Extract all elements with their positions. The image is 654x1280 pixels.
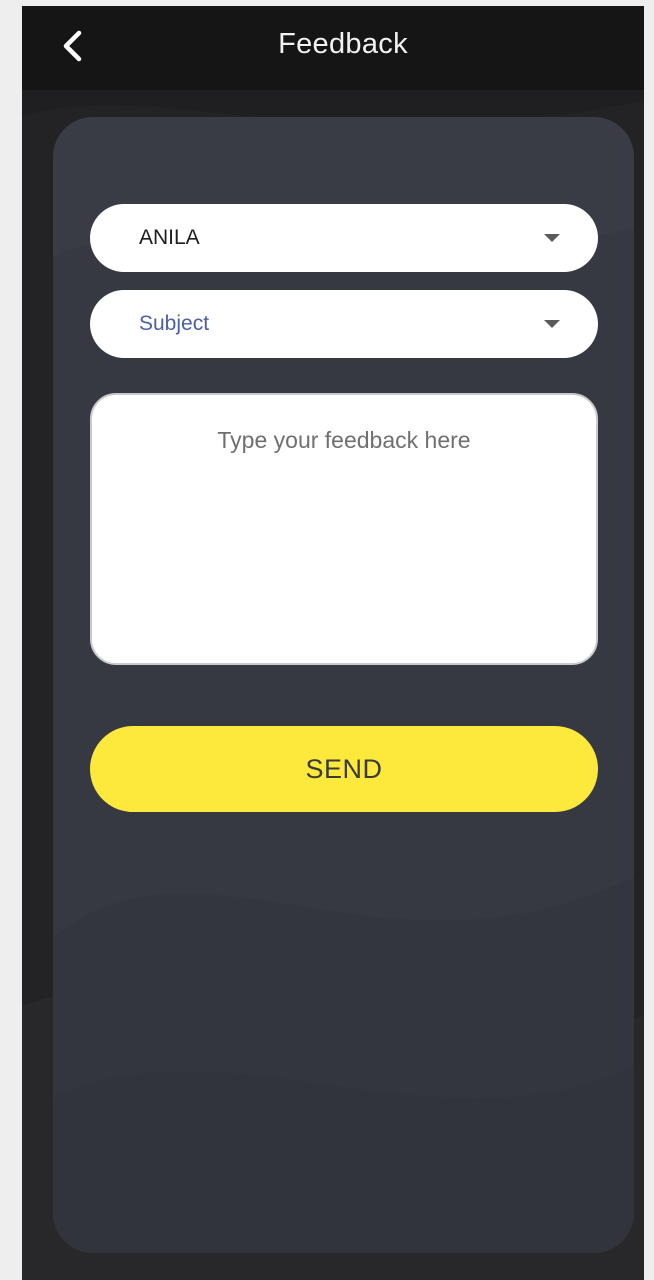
user-select-value: ANILA (139, 226, 200, 249)
app-screen: Feedback ANILA Subject SEND (22, 6, 644, 1280)
send-button[interactable]: SEND (90, 726, 598, 812)
feedback-box (90, 393, 598, 665)
user-select[interactable]: ANILA (90, 204, 598, 272)
card-background-waves (53, 117, 634, 1253)
subject-select-placeholder: Subject (139, 312, 210, 335)
caret-down-icon (544, 234, 560, 242)
feedback-card: ANILA Subject SEND (53, 117, 634, 1253)
page-title: Feedback (278, 28, 408, 60)
caret-down-icon (544, 320, 560, 328)
feedback-textarea[interactable] (92, 395, 596, 663)
subject-select[interactable]: Subject (90, 290, 598, 358)
app-bar: Feedback (22, 6, 644, 90)
